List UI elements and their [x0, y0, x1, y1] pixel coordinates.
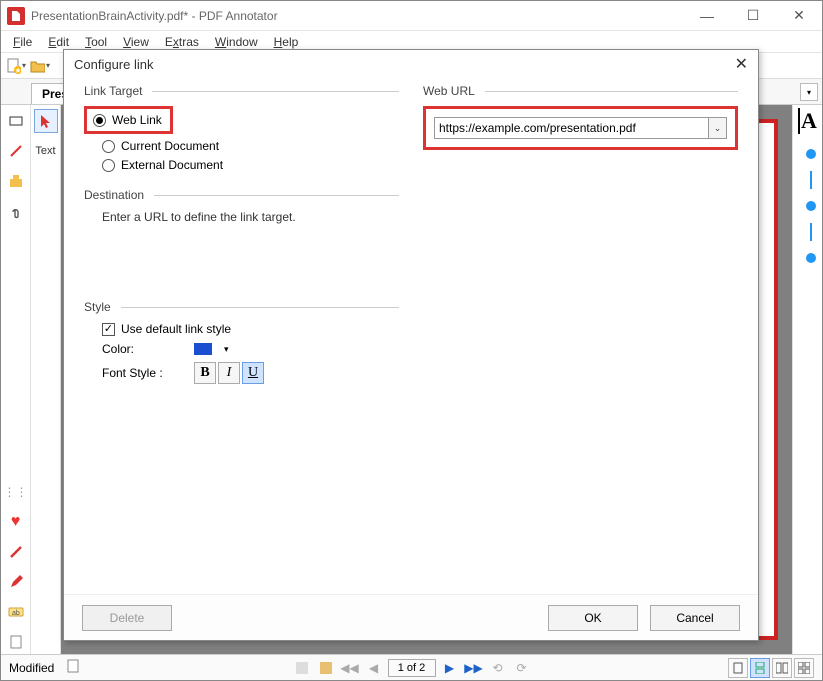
- connector-preview: [806, 149, 816, 263]
- view-single-icon[interactable]: [728, 658, 748, 678]
- radio-web-link[interactable]: [93, 114, 106, 127]
- tab-list-dropdown[interactable]: ▾: [800, 83, 818, 101]
- color-dropdown-icon[interactable]: ▾: [224, 344, 229, 355]
- new-doc-button[interactable]: ★ ▾: [5, 55, 27, 77]
- radio-external-document-label: External Document: [121, 158, 223, 172]
- open-doc-button[interactable]: ▾: [29, 55, 51, 77]
- delete-button[interactable]: Delete: [82, 605, 172, 631]
- close-button[interactable]: ✕: [776, 1, 822, 30]
- left-toolbar-1: ⋮⋮ ♥ ab: [1, 105, 31, 654]
- web-url-highlight: ⌄: [423, 106, 738, 150]
- status-bar: Modified ◀◀ ◀ 1 of 2 ▶ ▶▶ ⟲ ⟳: [1, 654, 822, 680]
- tool-line-icon[interactable]: [4, 540, 28, 564]
- view-two-page-icon[interactable]: [772, 658, 792, 678]
- left-toolbar-2: Text: [31, 105, 61, 654]
- svg-text:★: ★: [14, 66, 21, 74]
- color-label: Color:: [102, 342, 182, 356]
- text-cursor-icon[interactable]: A: [796, 109, 820, 133]
- destination-label: Destination: [84, 188, 144, 202]
- underline-button[interactable]: U: [242, 362, 264, 384]
- page-indicator[interactable]: 1 of 2: [388, 659, 436, 677]
- tool-attach-icon[interactable]: [4, 199, 28, 223]
- color-swatch[interactable]: [194, 343, 212, 355]
- configure-link-dialog: Configure link ✕ Link Target Web Link C: [63, 49, 759, 641]
- svg-text:ab: ab: [12, 610, 20, 617]
- tool-grip-icon[interactable]: ⋮⋮: [4, 480, 28, 504]
- style-label: Style: [84, 300, 111, 314]
- tool-text-label[interactable]: Text: [34, 139, 58, 163]
- menu-help[interactable]: Help: [268, 33, 305, 51]
- menu-file[interactable]: File: [7, 33, 38, 51]
- minimize-button[interactable]: —: [684, 1, 730, 30]
- menu-view[interactable]: View: [117, 33, 155, 51]
- tool-stamp-icon[interactable]: [4, 169, 28, 193]
- radio-current-document[interactable]: [102, 140, 115, 153]
- nav-first-icon[interactable]: ◀◀: [340, 658, 360, 678]
- nav-next-icon[interactable]: ▶: [440, 658, 460, 678]
- web-url-input[interactable]: [435, 118, 708, 138]
- tool-textbox-icon[interactable]: ab: [4, 600, 28, 624]
- link-target-label: Link Target: [84, 84, 142, 98]
- window-title: PresentationBrainActivity.pdf* - PDF Ann…: [31, 9, 684, 23]
- menu-edit[interactable]: Edit: [42, 33, 75, 51]
- menu-tool[interactable]: Tool: [79, 33, 113, 51]
- view-grid-icon[interactable]: [794, 658, 814, 678]
- menu-window[interactable]: Window: [209, 33, 264, 51]
- bold-button[interactable]: B: [194, 362, 216, 384]
- tool-pen-icon[interactable]: [4, 139, 28, 163]
- radio-web-link-label: Web Link: [112, 113, 162, 127]
- nav-last-icon[interactable]: ▶▶: [464, 658, 484, 678]
- web-url-combo[interactable]: ⌄: [434, 117, 727, 139]
- maximize-button[interactable]: ☐: [730, 1, 776, 30]
- italic-button[interactable]: I: [218, 362, 240, 384]
- menu-extras[interactable]: Extras: [159, 33, 205, 51]
- tool-arrow-icon[interactable]: [34, 109, 58, 133]
- nav-forward-icon[interactable]: ⟳: [512, 658, 532, 678]
- radio-current-document-label: Current Document: [121, 139, 219, 153]
- use-default-style-checkbox[interactable]: [102, 323, 115, 336]
- tool-page-icon[interactable]: [4, 630, 28, 654]
- title-bar: PresentationBrainActivity.pdf* - PDF Ann…: [1, 1, 822, 31]
- radio-web-link-highlight: Web Link: [84, 106, 173, 134]
- nav-prev-disabled-icon: [316, 658, 336, 678]
- right-toolbar: A: [792, 105, 822, 654]
- web-url-label: Web URL: [423, 84, 475, 98]
- cancel-button[interactable]: Cancel: [650, 605, 740, 631]
- status-page-icon[interactable]: [62, 659, 84, 676]
- ok-button[interactable]: OK: [548, 605, 638, 631]
- nav-first-disabled-icon: [292, 658, 312, 678]
- view-continuous-icon[interactable]: [750, 658, 770, 678]
- use-default-style-label: Use default link style: [121, 322, 231, 336]
- radio-external-document[interactable]: [102, 159, 115, 172]
- font-style-label: Font Style :: [102, 366, 182, 380]
- nav-back-icon[interactable]: ⟲: [488, 658, 508, 678]
- web-url-dropdown-icon[interactable]: ⌄: [708, 118, 726, 138]
- dialog-close-button[interactable]: ✕: [735, 54, 748, 74]
- dialog-title: Configure link: [74, 57, 154, 72]
- destination-text: Enter a URL to define the link target.: [102, 210, 399, 224]
- tool-favorite-icon[interactable]: ♥: [4, 510, 28, 534]
- nav-prev-icon[interactable]: ◀: [364, 658, 384, 678]
- tool-edit-icon[interactable]: [4, 570, 28, 594]
- app-icon: [7, 7, 25, 25]
- tool-rect-icon[interactable]: [4, 109, 28, 133]
- status-modified: Modified: [9, 661, 54, 675]
